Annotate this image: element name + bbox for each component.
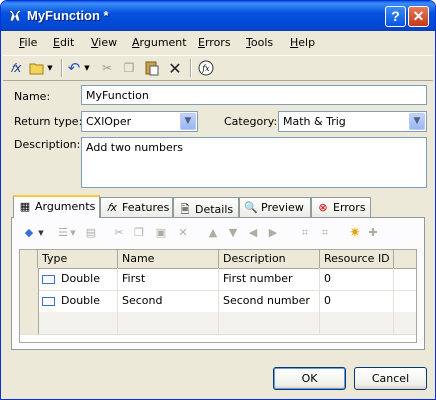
description-label: Description:	[14, 138, 81, 151]
menu-view[interactable]: View	[91, 36, 117, 49]
category-value: Math & Trig	[283, 115, 346, 128]
column-header[interactable]: Description	[219, 250, 320, 268]
cell-name[interactable]: Second	[118, 290, 219, 312]
arguments-panel: ◆ ▼ ☰ ▼ ▤ ✂ ❐ ▣ ✕ ▲ ▼ ◀ ▶ ⌗ ⌗ ✷ ✚ Type N…	[11, 217, 425, 350]
arguments-grid: Type Name Description Resource ID Double…	[19, 249, 417, 343]
return-type-label: Return type:	[14, 115, 83, 128]
select-none-icon[interactable]: ⌗	[316, 224, 334, 242]
column-header[interactable]: Resource ID	[320, 250, 394, 268]
cell-description[interactable]: First number	[219, 268, 320, 290]
close-icon: ✕	[412, 8, 425, 24]
properties-icon[interactable]: ▤	[82, 224, 100, 242]
move-up-icon[interactable]: ▲	[204, 224, 222, 242]
select-all-icon[interactable]: ⌗	[296, 224, 314, 242]
cell-resource-id[interactable]	[320, 312, 394, 334]
toolbar-separator	[190, 59, 192, 77]
new-row[interactable]	[20, 312, 416, 335]
title-bar[interactable]: MyFunction * ? ✕	[1, 1, 435, 31]
return-type-value: CXlOper	[86, 115, 132, 128]
menu-edit[interactable]: Edit	[53, 36, 74, 49]
menu-help[interactable]: Help	[290, 36, 315, 49]
column-header[interactable]: Name	[118, 250, 219, 268]
table-row[interactable]: Double Second Second number 0	[20, 290, 416, 313]
cut-icon[interactable]: ✂	[98, 59, 116, 77]
paste-icon[interactable]	[143, 59, 161, 77]
menu-argument[interactable]: Argument	[132, 36, 187, 49]
function-icon: 𝑓x	[107, 201, 117, 214]
return-type-combo[interactable]: CXlOper ▼	[81, 111, 198, 132]
open-dropdown-arrow-icon[interactable]: ▼	[45, 59, 55, 77]
dialog-window: MyFunction * ? ✕ File Edit View Argument…	[0, 0, 436, 400]
chevron-down-icon[interactable]: ▼	[36, 224, 46, 242]
delete-icon[interactable]: ✕	[174, 224, 192, 242]
new-function-icon[interactable]: 𝑓x	[7, 59, 25, 77]
column-header[interactable]: Type	[38, 250, 118, 268]
main-toolbar: 𝑓x ▼ ↶ ▼ ✂ ❐ ✕ fx	[3, 55, 433, 81]
function-wizard-icon[interactable]: fx	[197, 59, 215, 77]
grid-header: Type Name Description Resource ID	[20, 250, 416, 269]
menu-tools[interactable]: Tools	[246, 36, 273, 49]
cut-icon[interactable]: ✂	[110, 224, 128, 242]
cell-type[interactable]	[38, 312, 118, 334]
description-field[interactable]: Add two numbers	[81, 137, 427, 188]
tab-preview[interactable]: 🔍 Preview	[239, 197, 311, 217]
tab-details[interactable]: 🗎 Details	[173, 197, 239, 217]
move-left-icon[interactable]: ◀	[244, 224, 262, 242]
cell-type[interactable]: Double	[38, 290, 118, 312]
wizard-star-icon[interactable]: ✷	[346, 224, 364, 242]
paste-icon[interactable]: ▣	[152, 224, 170, 242]
category-label: Category:	[224, 115, 278, 128]
cell-name[interactable]	[118, 312, 219, 334]
undo-icon[interactable]: ↶	[65, 59, 83, 77]
tab-features[interactable]: 𝑓x Features	[100, 197, 173, 217]
cell-resource-id[interactable]: 0	[320, 290, 394, 312]
name-label: Name:	[14, 90, 51, 103]
cell-name[interactable]: First	[118, 268, 219, 290]
help-icon: ?	[391, 8, 400, 24]
cell-description[interactable]	[219, 312, 320, 334]
copy-icon[interactable]: ❐	[130, 224, 148, 242]
cell-description[interactable]: Second number	[219, 290, 320, 312]
toolbar-separator	[61, 59, 63, 77]
window-title: MyFunction *	[27, 8, 109, 23]
row-header-corner	[20, 250, 38, 268]
ok-button[interactable]: OK	[273, 367, 346, 390]
tab-arguments[interactable]: ▦ Arguments	[13, 195, 100, 218]
add-icon[interactable]: ✚	[364, 224, 382, 242]
category-combo[interactable]: Math & Trig ▼	[278, 111, 427, 132]
delete-icon[interactable]: ✕	[166, 59, 184, 78]
errors-icon: ⊗	[318, 201, 328, 214]
menu-bar: File Edit View Argument Errors Tools Hel…	[1, 33, 435, 53]
menu-file[interactable]: File	[19, 36, 37, 49]
tab-errors[interactable]: ⊗ Errors	[311, 197, 371, 217]
move-down-icon[interactable]: ▼	[224, 224, 242, 242]
arguments-icon: ▦	[19, 200, 31, 213]
table-row[interactable]: Double First First number 0	[20, 268, 416, 291]
svg-text:fx: fx	[201, 64, 210, 73]
row-header[interactable]	[20, 312, 39, 334]
chevron-down-icon[interactable]: ▼	[68, 224, 78, 242]
name-field[interactable]: MyFunction	[81, 85, 427, 105]
preview-icon: 🔍	[244, 201, 258, 214]
cancel-button[interactable]: Cancel	[354, 367, 427, 390]
type-icon	[42, 296, 55, 306]
copy-icon[interactable]: ❐	[120, 59, 138, 77]
cell-type[interactable]: Double	[38, 268, 118, 290]
menu-errors[interactable]: Errors	[198, 36, 231, 49]
chevron-down-icon[interactable]: ▼	[180, 113, 196, 130]
app-icon	[8, 9, 22, 22]
help-button[interactable]: ?	[385, 6, 406, 27]
cell-resource-id[interactable]: 0	[320, 268, 394, 290]
chevron-down-icon[interactable]: ▼	[409, 113, 425, 130]
open-folder-icon[interactable]	[28, 59, 46, 77]
row-header[interactable]	[20, 290, 39, 312]
tab-strip: ▦ Arguments 𝑓x Features 🗎 Details 🔍 Preview …	[11, 195, 425, 218]
type-icon	[42, 274, 55, 284]
close-button[interactable]: ✕	[408, 6, 429, 27]
undo-dropdown-arrow-icon[interactable]: ▼	[82, 59, 92, 77]
move-right-icon[interactable]: ▶	[264, 224, 282, 242]
arguments-toolbar: ◆ ▼ ☰ ▼ ▤ ✂ ❐ ▣ ✕ ▲ ▼ ◀ ▶ ⌗ ⌗ ✷ ✚	[18, 222, 418, 244]
row-header[interactable]	[20, 268, 39, 290]
